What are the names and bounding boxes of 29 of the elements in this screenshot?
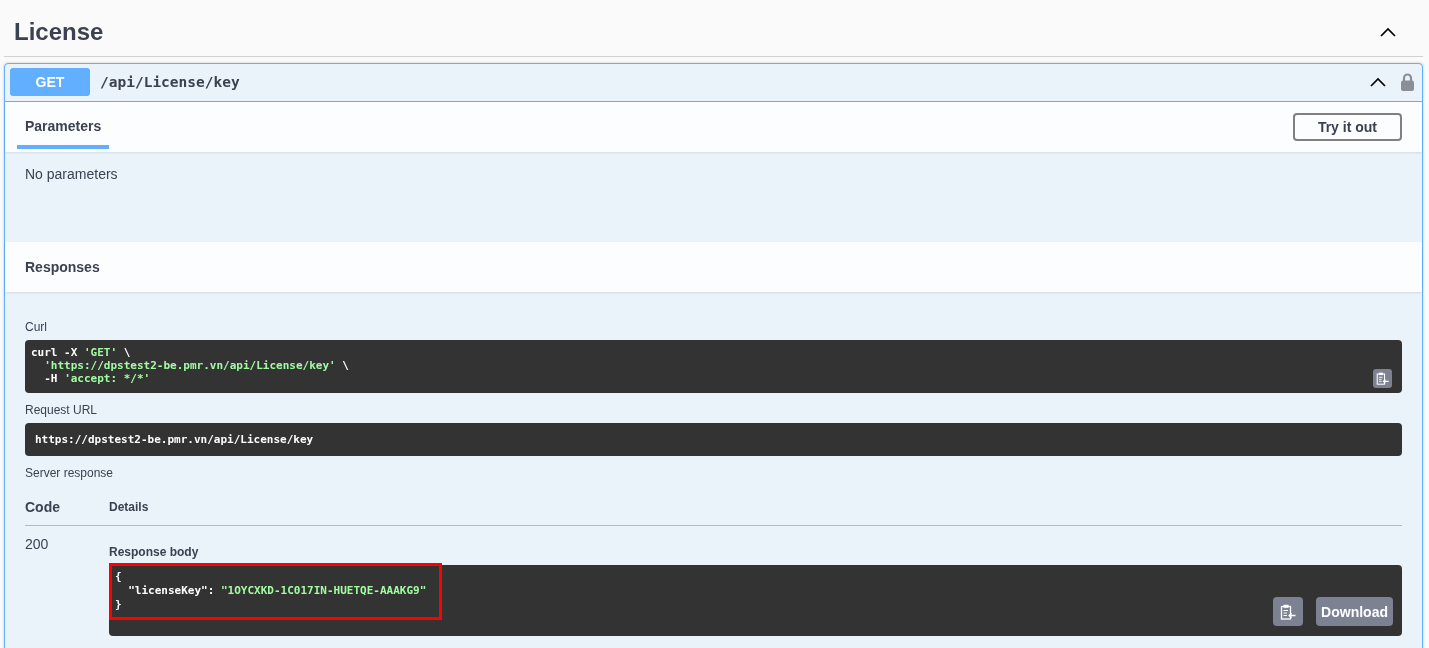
responses-heading: Responses — [25, 259, 100, 275]
try-it-out-button[interactable]: Try it out — [1292, 113, 1402, 141]
chevron-icon[interactable] — [1380, 26, 1396, 37]
parameters-tab[interactable]: Parameters — [17, 118, 110, 149]
method-badge: GET — [10, 68, 90, 96]
download-button[interactable]: Download — [1316, 597, 1393, 626]
code-line: curl -X 'GET' \ — [31, 346, 131, 359]
clipboard-icon — [1280, 603, 1297, 620]
chevron-icon[interactable] — [1370, 77, 1386, 87]
code-line: } — [115, 598, 122, 612]
request-url-code: https://dpstest2-be.pmr.vn/api/License/key — [25, 423, 1402, 456]
code-line: "licenseKey": "1OYCXKD-1C017IN-HUETQE-AAAKG9" — [127, 584, 427, 598]
code-line: -H 'accept: */*' — [43, 372, 151, 385]
response-body-label: Response body — [109, 545, 199, 559]
request-url-label: Request URL — [25, 403, 98, 417]
clipboard-icon — [1376, 372, 1389, 385]
copy-button[interactable] — [1373, 369, 1392, 388]
code-line: 'https://dpstest2-be.pmr.vn/api/License/key' \ — [43, 359, 349, 372]
column-header: Details — [109, 499, 149, 514]
no-parameters-text: No parameters — [25, 166, 118, 182]
column-header: Code — [25, 498, 60, 515]
server-response-label: Server response — [25, 466, 114, 480]
copy-button[interactable] — [1273, 597, 1304, 626]
curl-label: Curl — [25, 320, 47, 334]
status-code: 200 — [25, 536, 49, 552]
endpoint-path[interactable]: /api/License/key — [100, 74, 240, 90]
code-line: { — [115, 570, 122, 584]
section-title[interactable]: License — [14, 17, 104, 46]
lock-icon[interactable] — [1401, 73, 1414, 91]
